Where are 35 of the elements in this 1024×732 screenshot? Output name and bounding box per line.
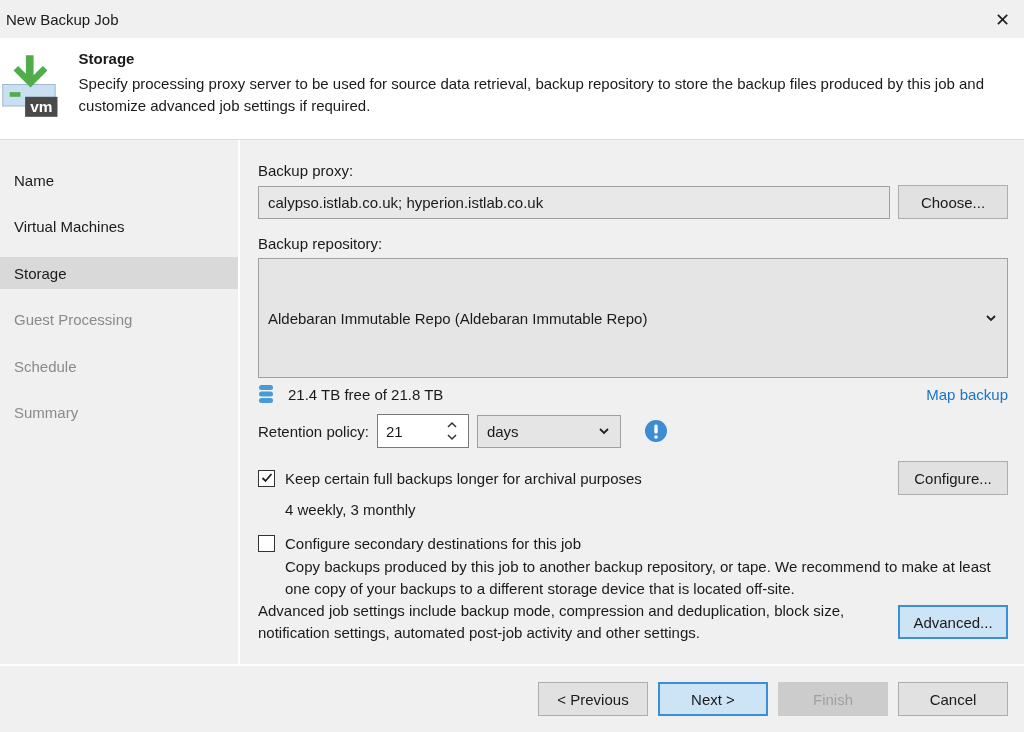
choose-button[interactable]: Choose... — [898, 185, 1008, 219]
caret-icon — [985, 314, 997, 322]
field-label: Backup repository: — [258, 235, 384, 252]
retention-spinner[interactable]: 21 — [376, 414, 469, 448]
caret-icon — [597, 427, 610, 435]
configure-button[interactable]: Configure... — [898, 461, 1008, 495]
page-description: Specify processing proxy server to be used for source data retrieval, backup repository to store the backup files produced by this job and customize advanced job settings if required. — [78, 74, 986, 116]
wizard-button[interactable]: < Previous — [538, 682, 648, 716]
wizard-step[interactable]: Storage — [0, 257, 238, 289]
secondary-description: Copy backups produced by this job to another backup repository, or tape. We recommend to make at least one copy of your backups to a different storage device that is located off-site. — [284, 557, 992, 599]
wizard-button[interactable]: Cancel — [898, 682, 1008, 716]
map-backup-link[interactable]: Map backup — [926, 385, 1008, 403]
spin-arrows-icon — [445, 419, 458, 443]
archival-summary: 4 weekly, 3 monthly — [284, 500, 417, 520]
unit-dropdown[interactable]: days — [476, 414, 621, 448]
secondary-checkbox[interactable] — [258, 535, 275, 552]
archival-checkbox[interactable] — [258, 469, 275, 487]
window-title: New Backup Job — [6, 10, 119, 28]
wizard-step[interactable]: Virtual Machines — [0, 210, 238, 243]
advanced-description: Advanced job settings include backup mode, compression and deduplication, block size, notification settings, automated post-job activity and other settings. — [258, 601, 846, 643]
free-space-text: 21.4 TB free of 21.8 TB — [288, 385, 444, 403]
advanced-button[interactable]: Advanced... — [898, 605, 1008, 639]
page-title: Storage — [78, 50, 136, 67]
database-icon — [258, 384, 274, 404]
wizard-button[interactable]: Next > — [658, 682, 768, 716]
field-label: Backup proxy: — [258, 162, 355, 179]
field-label: Retention policy: — [258, 422, 369, 440]
proxy-field[interactable]: calypso.istlab.co.uk; hyperion.istlab.co.uk — [258, 185, 890, 219]
warning-icon — [644, 420, 667, 442]
checkbox-label: Configure secondary destinations for this job — [285, 535, 581, 552]
wizard-step[interactable]: Name — [0, 164, 238, 196]
close-button[interactable]: ✕ — [990, 8, 1014, 30]
checkbox-label: Keep certain full backups longer for archival purposes — [285, 469, 642, 487]
repository-dropdown[interactable]: Aldebaran Immutable Repo (Aldebaran Immutable Repo) — [258, 258, 1008, 378]
vm-backup-logo: vm — [2, 46, 61, 126]
